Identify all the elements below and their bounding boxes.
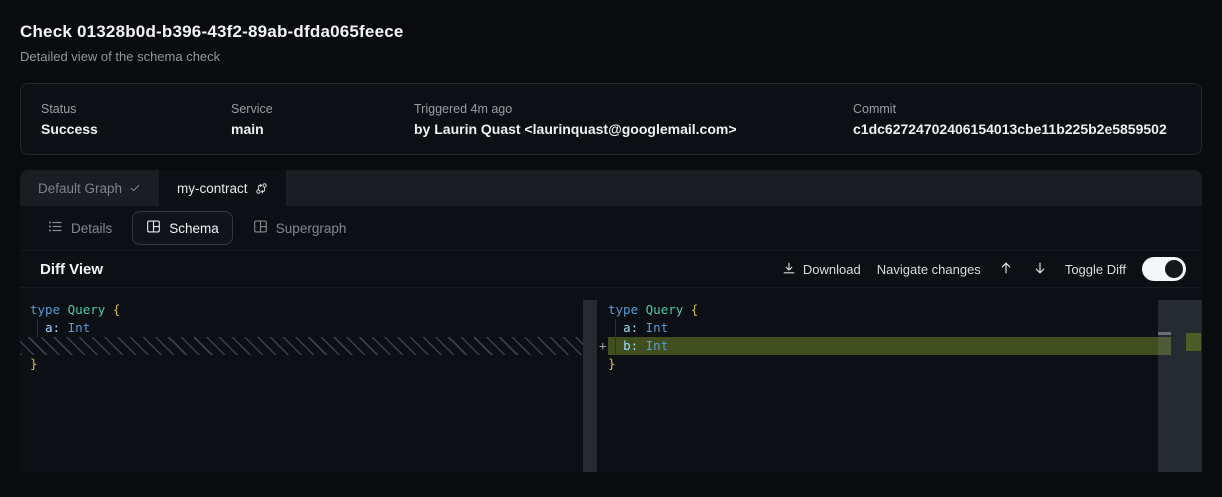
commit-column: Commit c1dc62724702406154013cbe11b225b2e… bbox=[853, 102, 1201, 137]
git-compare-icon bbox=[255, 182, 268, 195]
download-button-label: Download bbox=[803, 262, 861, 277]
view-tab-strip: Details Schema Supergraph bbox=[20, 206, 1202, 250]
arrow-down-icon bbox=[1033, 261, 1047, 278]
modified-code: type Query { a: Int b: Int} bbox=[597, 288, 1202, 373]
columns-icon bbox=[146, 219, 161, 237]
service-label: Service bbox=[231, 102, 414, 116]
diff-toolbar: Download Navigate changes Toggle Diff bbox=[782, 257, 1186, 281]
tab-my-contract[interactable]: my-contract bbox=[159, 170, 286, 206]
code-line bbox=[20, 337, 583, 355]
tab-schema[interactable]: Schema bbox=[132, 211, 233, 245]
page-subtitle: Detailed view of the schema check bbox=[20, 49, 1202, 64]
service-column: Service main bbox=[231, 102, 414, 137]
download-icon bbox=[782, 261, 796, 278]
toggle-knob bbox=[1165, 260, 1183, 278]
check-meta-card: Status Success Service main Triggered 4m… bbox=[20, 83, 1202, 155]
graph-tab-strip: Default Graph my-contract bbox=[20, 170, 1202, 206]
code-line: } bbox=[30, 355, 597, 373]
code-line: a: Int bbox=[30, 319, 597, 337]
code-line: type Query { bbox=[30, 301, 597, 319]
right-scrollbar[interactable] bbox=[1158, 300, 1202, 472]
scrollbar-slider[interactable] bbox=[1158, 332, 1171, 335]
tab-my-contract-label: my-contract bbox=[177, 181, 248, 196]
tab-details[interactable]: Details bbox=[34, 211, 126, 245]
tab-schema-label: Schema bbox=[169, 221, 219, 236]
code-line: } bbox=[608, 355, 1171, 373]
page-header: Check 01328b0d-b396-43f2-89ab-dfda065fee… bbox=[0, 0, 1222, 64]
original-code: type Query { a: Int} bbox=[20, 288, 597, 373]
added-line-marker: + bbox=[599, 337, 607, 355]
status-label: Status bbox=[41, 102, 231, 116]
list-icon bbox=[48, 219, 63, 237]
code-line: a: Int bbox=[608, 319, 1171, 337]
diff-view-header: Diff View Download Navigate changes bbox=[20, 250, 1202, 288]
previous-change-button[interactable] bbox=[997, 259, 1015, 280]
toggle-diff-switch[interactable] bbox=[1142, 257, 1186, 281]
download-button[interactable]: Download bbox=[782, 261, 861, 278]
left-scrollbar[interactable] bbox=[583, 300, 597, 472]
tab-default-graph-label: Default Graph bbox=[38, 181, 122, 196]
schema-diff-editor: type Query { a: Int} + type Query { a: I… bbox=[20, 288, 1202, 472]
diff-view-title: Diff View bbox=[40, 261, 103, 278]
triggered-value: by Laurin Quast <laurinquast@googlemail.… bbox=[414, 121, 853, 137]
tab-supergraph[interactable]: Supergraph bbox=[239, 211, 361, 245]
service-value: main bbox=[231, 121, 414, 137]
columns-icon bbox=[253, 219, 268, 237]
tab-default-graph[interactable]: Default Graph bbox=[20, 170, 159, 206]
commit-label: Commit bbox=[853, 102, 1201, 116]
status-value: Success bbox=[41, 121, 231, 137]
schema-check-panel: Default Graph my-contract D bbox=[20, 170, 1202, 472]
arrow-up-icon bbox=[999, 261, 1013, 278]
overview-ruler-added-marker bbox=[1186, 333, 1201, 351]
code-line: b: Int bbox=[608, 337, 1171, 355]
tab-details-label: Details bbox=[71, 221, 112, 236]
commit-value: c1dc62724702406154013cbe11b225b2e5859502 bbox=[853, 121, 1201, 137]
check-icon bbox=[129, 182, 141, 194]
next-change-button[interactable] bbox=[1031, 259, 1049, 280]
triggered-column: Triggered 4m ago by Laurin Quast <laurin… bbox=[414, 102, 853, 137]
tab-supergraph-label: Supergraph bbox=[276, 221, 347, 236]
toggle-diff-label: Toggle Diff bbox=[1065, 262, 1126, 277]
code-line: type Query { bbox=[608, 301, 1171, 319]
diff-pane-modified[interactable]: + type Query { a: Int b: Int} bbox=[597, 288, 1202, 472]
page-title: Check 01328b0d-b396-43f2-89ab-dfda065fee… bbox=[20, 22, 1202, 42]
navigate-changes-label: Navigate changes bbox=[877, 262, 981, 277]
triggered-label: Triggered 4m ago bbox=[414, 102, 853, 116]
status-column: Status Success bbox=[21, 102, 231, 137]
diff-pane-original[interactable]: type Query { a: Int} bbox=[20, 288, 597, 472]
